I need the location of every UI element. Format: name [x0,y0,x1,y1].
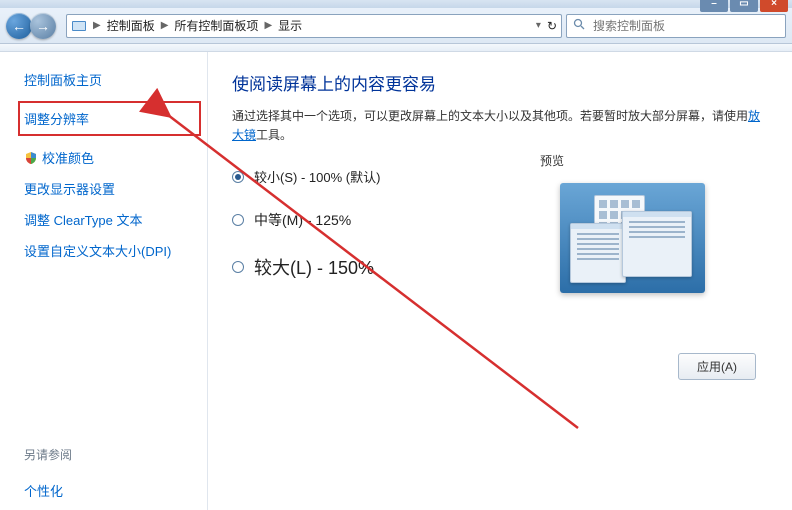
content-area: 使阅读屏幕上的内容更容易 通过选择其中一个选项，可以更改屏幕上的文本大小以及其他… [208,52,792,510]
preview-window-icon [622,211,692,277]
sidebar-item-adjust-cleartype[interactable]: 调整 ClearType 文本 [24,210,195,229]
control-panel-home-link[interactable]: 控制面板主页 [24,70,195,89]
preview-area: 预览 [540,152,760,293]
sidebar-item-custom-text-size[interactable]: 设置自定义文本大小(DPI) [24,241,195,260]
sidebar-item-change-display-settings[interactable]: 更改显示器设置 [24,179,195,198]
radio-icon [232,214,244,226]
control-panel-icon [71,18,87,34]
page-description: 通过选择其中一个选项，可以更改屏幕上的文本大小以及其他项。若要暂时放大部分屏幕，… [232,107,768,145]
shield-icon [24,151,38,165]
sidebar-item-calibrate-color[interactable]: 校准颜色 [24,148,195,167]
see-also-heading: 另请参阅 [24,386,195,463]
breadcrumb-item[interactable]: 显示 [278,17,302,34]
chevron-right-icon: ▶ [93,20,101,31]
see-also-personalization-link[interactable]: 个性化 [24,481,195,500]
page-title: 使阅读屏幕上的内容更容易 [232,70,768,95]
sidebar-item-label: 设置自定义文本大小(DPI) [24,241,171,260]
chevron-right-icon: ▶ [161,20,169,31]
breadcrumb-item[interactable]: 控制面板 [107,17,155,34]
forward-button[interactable]: → [30,13,56,39]
breadcrumb-item[interactable]: 所有控制面板项 [174,17,258,34]
option-label: 较大(L) - 150% [254,254,374,280]
preview-window-icon [570,223,626,283]
window-maximize-button[interactable]: ▭ [730,0,758,12]
sidebar-item-label: 校准颜色 [42,148,94,167]
toolbar [0,44,792,52]
radio-icon [232,261,244,273]
sidebar-item-adjust-resolution[interactable]: 调整分辨率 [18,101,201,136]
sidebar-item-label: 调整 ClearType 文本 [24,210,142,229]
sidebar: 控制面板主页 调整分辨率 校准颜色 更改显示器设置 调整 ClearType 文… [0,52,208,510]
sidebar-item-label: 调整分辨率 [24,109,89,128]
address-bar[interactable]: ▶ 控制面板 ▶ 所有控制面板项 ▶ 显示 ▾ ↻ [66,14,562,38]
search-input[interactable] [591,18,779,34]
search-icon [573,17,585,35]
sidebar-item-label: 更改显示器设置 [24,179,115,198]
preview-thumbnail [560,183,705,293]
window-close-button[interactable]: × [760,0,788,12]
apply-button[interactable]: 应用(A) [678,353,756,380]
back-button[interactable]: ← [6,13,32,39]
chevron-right-icon: ▶ [264,20,272,31]
option-label: 中等(M) - 125% [254,210,351,230]
window-minimize-button[interactable]: – [700,0,728,12]
search-box[interactable] [566,14,786,38]
refresh-icon[interactable]: ↻ [547,19,557,33]
radio-icon [232,171,244,183]
title-bar: – ▭ × [0,0,792,8]
preview-label: 预览 [540,152,760,169]
chevron-down-icon[interactable]: ▾ [536,20,541,31]
nav-buttons: ← → [6,12,62,40]
nav-bar: ← → ▶ 控制面板 ▶ 所有控制面板项 ▶ 显示 ▾ ↻ [0,8,792,44]
option-label: 较小(S) - 100% (默认) [254,167,380,186]
